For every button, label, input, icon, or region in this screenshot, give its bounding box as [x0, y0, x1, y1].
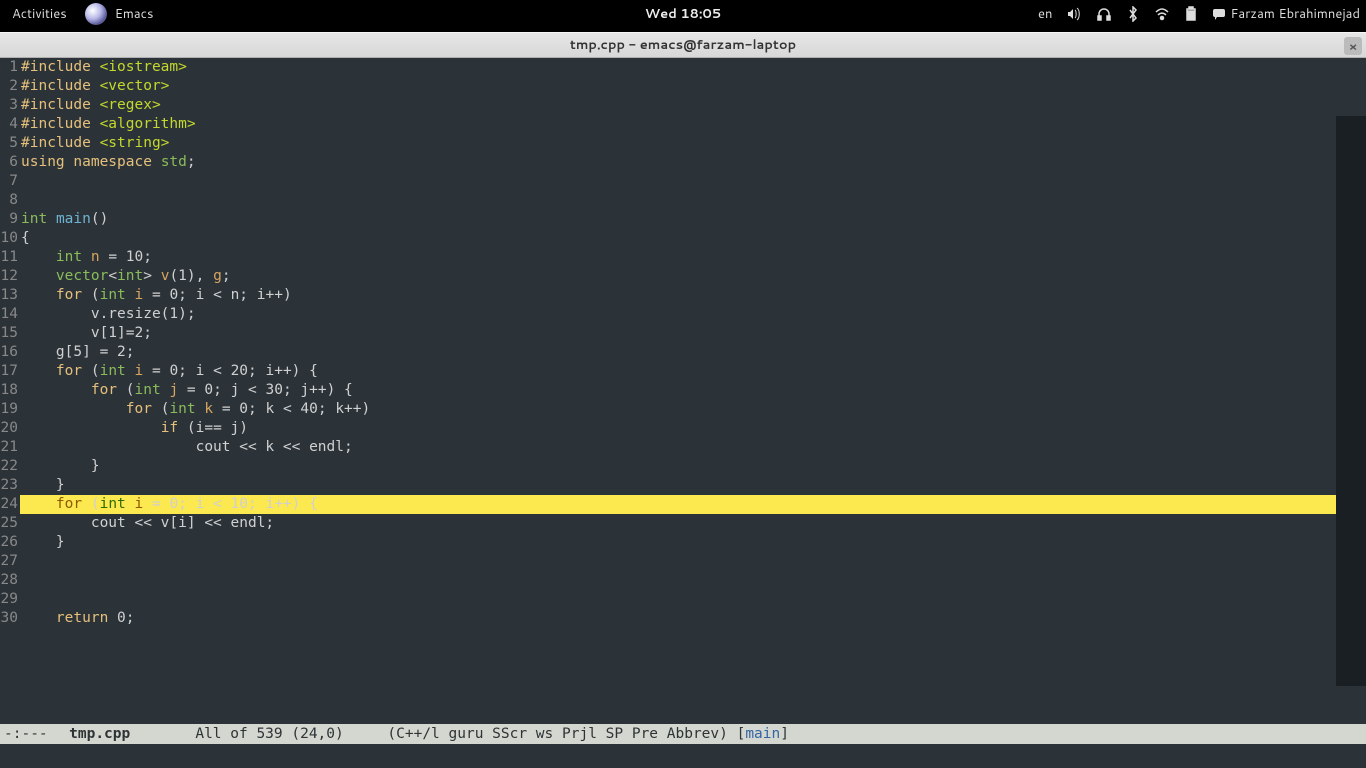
code-line[interactable]: #include <iostream> [20, 58, 1366, 77]
line-number: 11 [0, 248, 20, 267]
line-number: 10 [0, 229, 20, 248]
line-number: 19 [0, 400, 20, 419]
close-button[interactable]: × [1344, 37, 1362, 55]
code-line[interactable] [20, 552, 1366, 571]
code-line[interactable]: #include <regex> [20, 96, 1366, 115]
code-line[interactable]: if (i== j) [20, 419, 1366, 438]
line-number: 26 [0, 533, 20, 552]
code-line[interactable]: #include <vector> [20, 77, 1366, 96]
code-line[interactable]: vector<int> v(1), g; [20, 267, 1366, 286]
code-line[interactable]: v.resize(1); [20, 305, 1366, 324]
modes-suffix: ] [780, 726, 789, 742]
line-number: 14 [0, 305, 20, 324]
line-number: 8 [0, 191, 20, 210]
chat-icon [1212, 7, 1226, 21]
projectile-name: main [745, 726, 780, 742]
line-number: 28 [0, 571, 20, 590]
buffer-state: -:--- [4, 726, 48, 742]
line-number: 17 [0, 362, 20, 381]
minibuffer[interactable] [0, 744, 1366, 768]
line-number: 7 [0, 172, 20, 191]
line-number: 4 [0, 115, 20, 134]
user-menu[interactable]: Farzam Ebrahimnejad [1212, 5, 1360, 23]
scrollbar[interactable] [1336, 116, 1366, 686]
line-number: 27 [0, 552, 20, 571]
code-line[interactable]: } [20, 533, 1366, 552]
mode-line[interactable]: -:--- tmp.cpp All of 539 (24,0) (C++/l g… [0, 724, 1366, 744]
battery-icon[interactable] [1184, 6, 1198, 22]
activities-button[interactable]: Activities [6, 5, 73, 23]
line-number: 5 [0, 134, 20, 153]
buffer-name: tmp.cpp [69, 726, 130, 742]
line-number: 18 [0, 381, 20, 400]
wifi-icon[interactable] [1154, 6, 1170, 22]
headphones-icon[interactable] [1096, 6, 1112, 22]
line-number-gutter: 1234567891011121314151617181920212223242… [0, 58, 20, 730]
line-number: 13 [0, 286, 20, 305]
line-number: 1 [0, 58, 20, 77]
code-line[interactable]: cout << k << endl; [20, 438, 1366, 457]
code-line[interactable]: int n = 10; [20, 248, 1366, 267]
clock[interactable]: Wed 18:05 [645, 5, 721, 23]
code-line[interactable]: for (int i = 0; i < n; i++) [20, 286, 1366, 305]
code-line[interactable]: } [20, 476, 1366, 495]
code-line[interactable]: for (int i = 0; i < 10; i++) { [20, 495, 1366, 514]
code-line[interactable]: #include <algorithm> [20, 115, 1366, 134]
emacs-editor[interactable]: 1234567891011121314151617181920212223242… [0, 58, 1366, 730]
code-line[interactable] [20, 172, 1366, 191]
code-area[interactable]: #include <iostream>#include <vector>#inc… [20, 58, 1366, 730]
line-number: 20 [0, 419, 20, 438]
position-info: All of 539 (24,0) [195, 726, 343, 742]
line-number: 15 [0, 324, 20, 343]
emacs-logo-icon [85, 3, 107, 25]
code-line[interactable]: { [20, 229, 1366, 248]
code-line[interactable] [20, 191, 1366, 210]
line-number: 9 [0, 210, 20, 229]
line-number: 25 [0, 514, 20, 533]
app-menu[interactable]: Emacs [115, 5, 162, 23]
user-name: Farzam Ebrahimnejad [1230, 5, 1360, 23]
line-number: 23 [0, 476, 20, 495]
line-number: 6 [0, 153, 20, 172]
code-line[interactable]: int main() [20, 210, 1366, 229]
code-line[interactable]: for (int j = 0; j < 30; j++) { [20, 381, 1366, 400]
volume-icon[interactable] [1066, 6, 1082, 22]
code-line[interactable]: g[5] = 2; [20, 343, 1366, 362]
line-number: 3 [0, 96, 20, 115]
window-title: tmp.cpp - emacs@farzam-laptop [570, 36, 796, 54]
line-number: 12 [0, 267, 20, 286]
line-number: 22 [0, 457, 20, 476]
code-line[interactable]: using namespace std; [20, 153, 1366, 172]
code-line[interactable]: v[1]=2; [20, 324, 1366, 343]
input-lang[interactable]: en [1038, 5, 1052, 23]
gnome-topbar: Activities Emacs Wed 18:05 en Farzam Ebr… [0, 0, 1366, 28]
code-line[interactable]: for (int k = 0; k < 40; k++) [20, 400, 1366, 419]
line-number: 2 [0, 77, 20, 96]
code-line[interactable]: for (int i = 0; i < 20; i++) { [20, 362, 1366, 381]
line-number: 30 [0, 609, 20, 628]
line-number: 21 [0, 438, 20, 457]
code-line[interactable]: return 0; [20, 609, 1366, 628]
code-line[interactable]: cout << v[i] << endl; [20, 514, 1366, 533]
code-line[interactable]: } [20, 457, 1366, 476]
code-line[interactable] [20, 571, 1366, 590]
line-number: 16 [0, 343, 20, 362]
window-titlebar[interactable]: tmp.cpp - emacs@farzam-laptop × [0, 32, 1366, 58]
bluetooth-icon[interactable] [1126, 6, 1140, 22]
code-line[interactable] [20, 590, 1366, 609]
code-line[interactable]: #include <string> [20, 134, 1366, 153]
line-number: 29 [0, 590, 20, 609]
modes-prefix: (C++/l guru SScr ws Prjl SP Pre Abbrev) … [387, 726, 745, 742]
line-number: 24 [0, 495, 20, 514]
